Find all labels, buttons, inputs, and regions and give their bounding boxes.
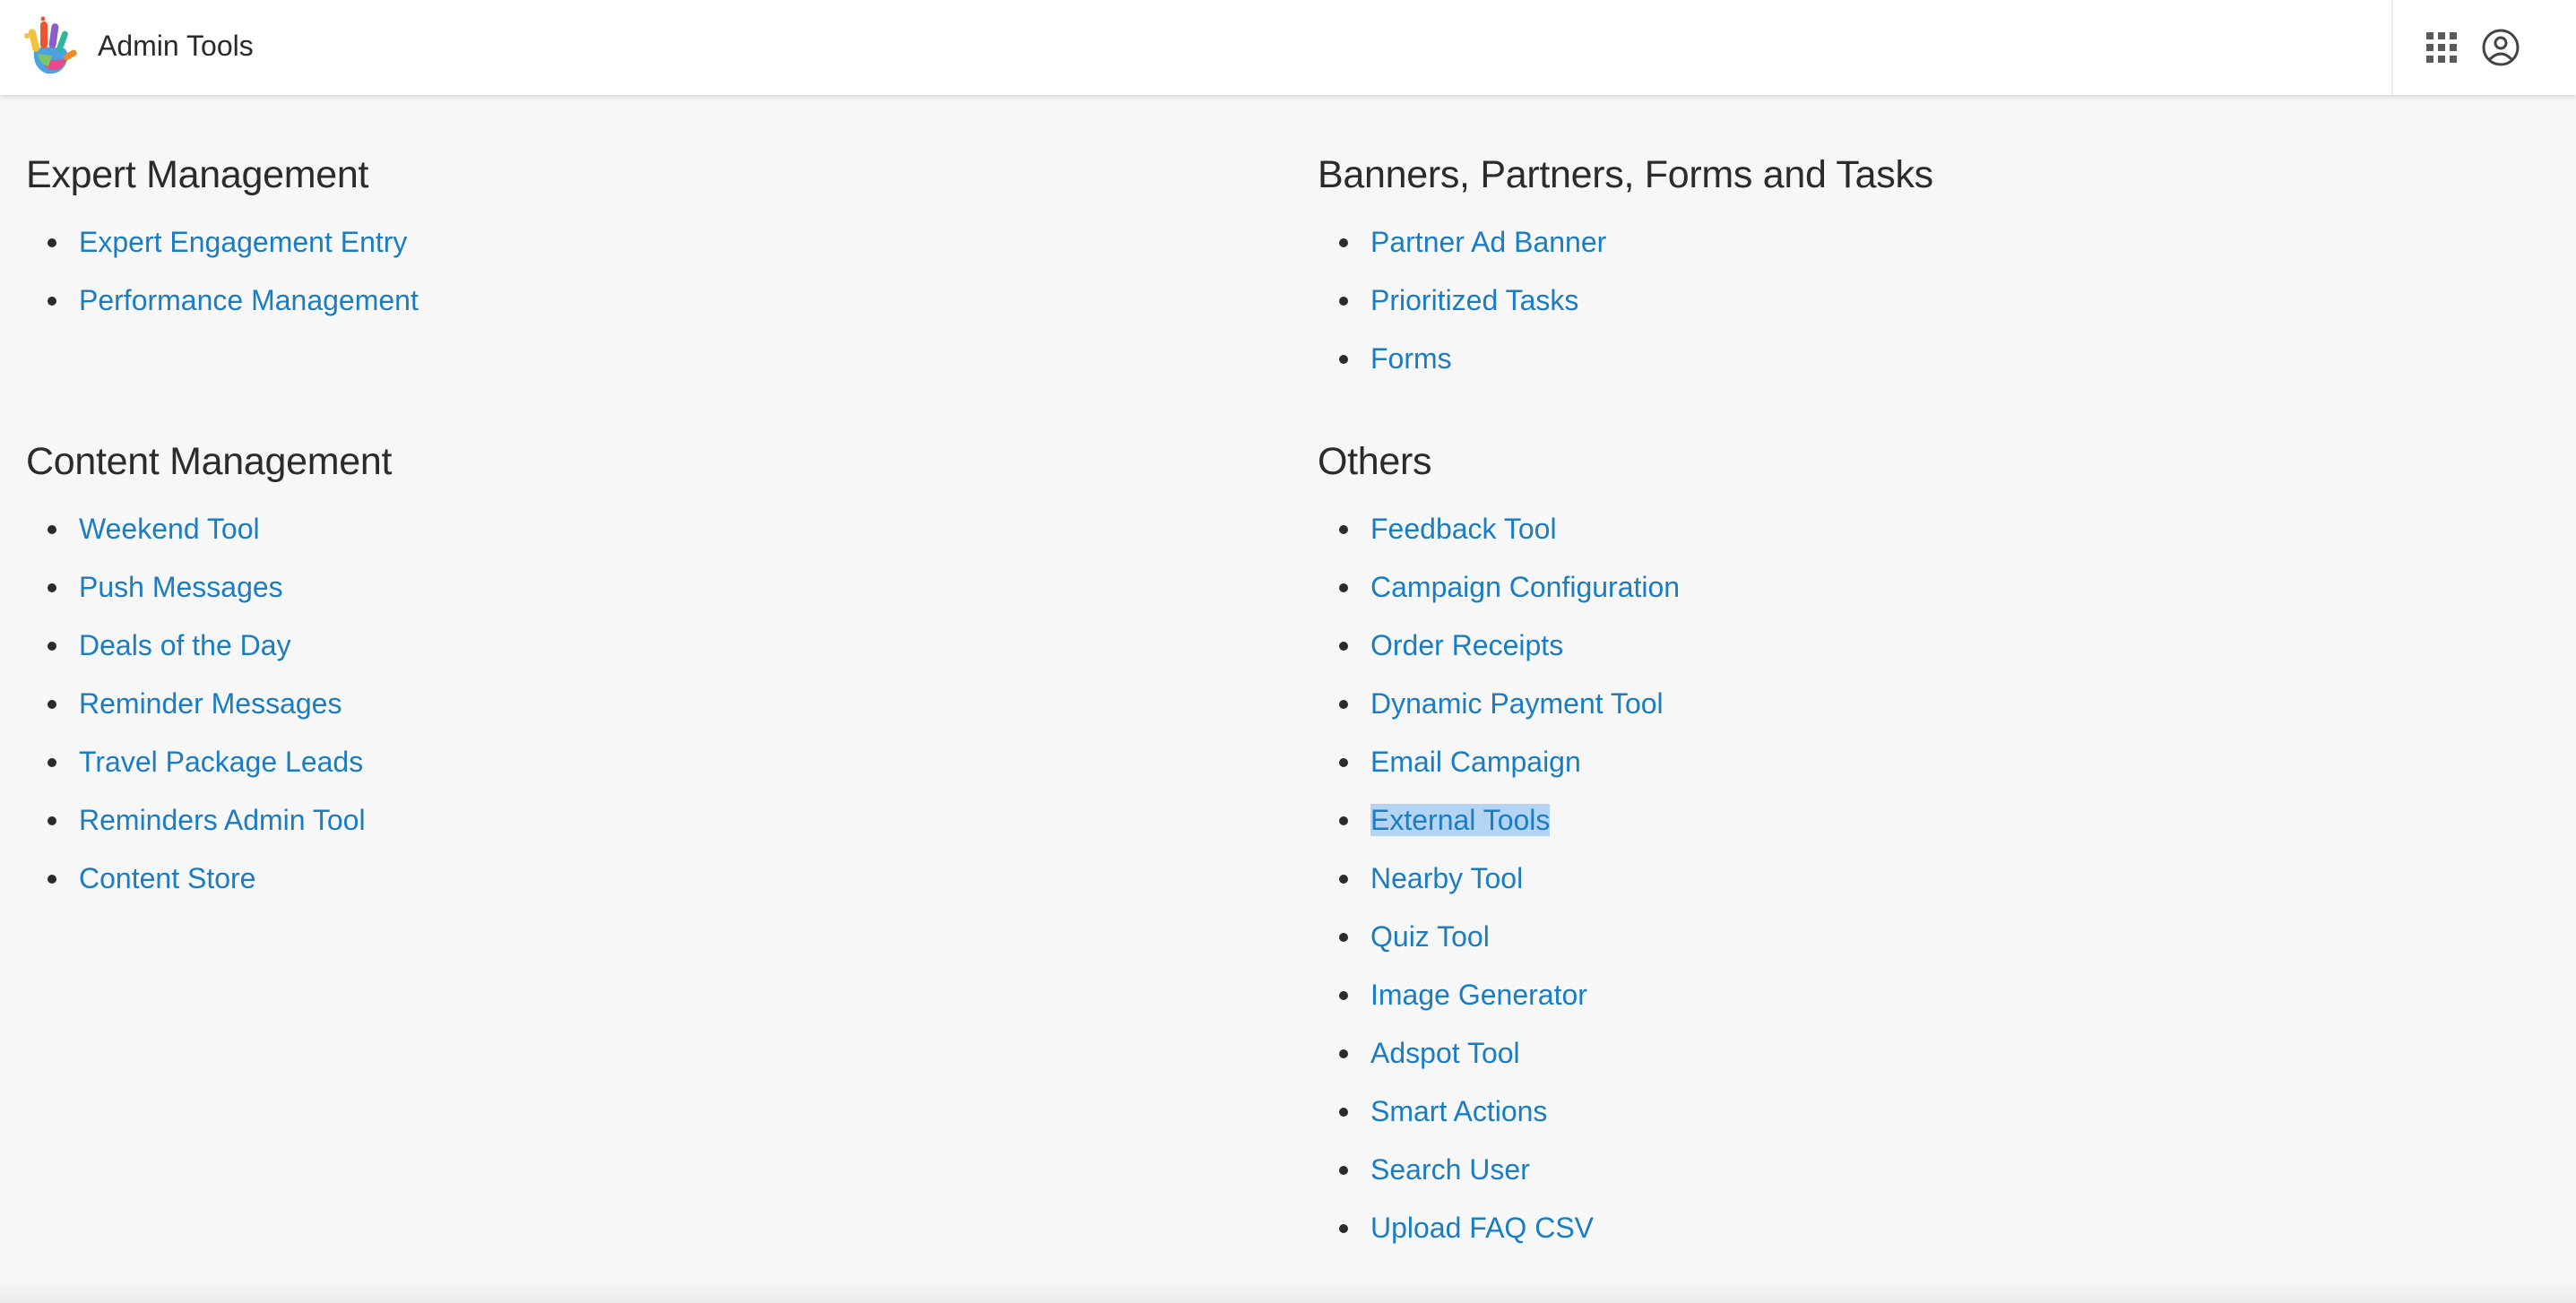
list-item: Upload FAQ CSV xyxy=(1318,1206,1680,1264)
app-title: Admin Tools xyxy=(98,30,254,62)
section-title: Expert Management xyxy=(26,153,369,196)
list-item: Weekend Tool xyxy=(26,507,392,565)
link-deals-of-the-day[interactable]: Deals of the Day xyxy=(79,629,291,661)
list-item: Email Campaign xyxy=(1318,740,1680,798)
account-circle-icon[interactable] xyxy=(2479,26,2522,69)
bullet-icon xyxy=(48,525,56,534)
link-weekend-tool[interactable]: Weekend Tool xyxy=(79,513,260,545)
link-order-receipts[interactable]: Order Receipts xyxy=(1370,629,1563,661)
link-list: Partner Ad Banner Prioritized Tasks Form… xyxy=(1318,220,1933,395)
link-performance-management[interactable]: Performance Management xyxy=(79,284,419,316)
link-travel-package-leads[interactable]: Travel Package Leads xyxy=(79,746,363,778)
link-adspot-tool[interactable]: Adspot Tool xyxy=(1370,1037,1520,1069)
list-item: External Tools xyxy=(1318,798,1680,857)
bullet-icon xyxy=(1339,642,1348,651)
link-expert-engagement-entry[interactable]: Expert Engagement Entry xyxy=(79,226,407,258)
list-item: Forms xyxy=(1318,337,1933,395)
bullet-icon xyxy=(1339,1224,1348,1233)
link-search-user[interactable]: Search User xyxy=(1370,1153,1530,1186)
section-content-management: Content Management Weekend Tool Push Mes… xyxy=(26,435,392,915)
list-item: Nearby Tool xyxy=(1318,857,1680,915)
bullet-icon xyxy=(48,297,56,306)
link-upload-faq-csv[interactable]: Upload FAQ CSV xyxy=(1370,1212,1594,1244)
bullet-icon xyxy=(1339,700,1348,709)
bullet-icon xyxy=(48,642,56,651)
list-item: Deals of the Day xyxy=(26,624,392,682)
link-content-store[interactable]: Content Store xyxy=(79,862,255,894)
link-prioritized-tasks[interactable]: Prioritized Tasks xyxy=(1370,284,1578,316)
link-list: Weekend Tool Push Messages Deals of the … xyxy=(26,507,392,915)
bullet-icon xyxy=(1339,875,1348,884)
link-forms[interactable]: Forms xyxy=(1370,342,1452,375)
list-item: Feedback Tool xyxy=(1318,507,1680,565)
bullet-icon xyxy=(1339,1166,1348,1175)
list-item: Travel Package Leads xyxy=(26,740,392,798)
bullet-icon xyxy=(48,758,56,767)
section-expert-management: Expert Management Expert Engagement Entr… xyxy=(26,148,419,337)
list-item: Adspot Tool xyxy=(1318,1031,1680,1090)
main-content: Expert Management Expert Engagement Entr… xyxy=(0,95,2576,1303)
list-item: Search User xyxy=(1318,1148,1680,1206)
bullet-icon xyxy=(1339,991,1348,1000)
link-list: Expert Engagement Entry Performance Mana… xyxy=(26,220,419,337)
bottom-edge-shadow xyxy=(0,1281,2576,1303)
link-partner-ad-banner[interactable]: Partner Ad Banner xyxy=(1370,226,1606,258)
bullet-icon xyxy=(1339,238,1348,247)
bullet-icon xyxy=(1339,758,1348,767)
list-item: Reminders Admin Tool xyxy=(26,798,392,857)
link-smart-actions[interactable]: Smart Actions xyxy=(1370,1095,1547,1127)
link-list: Feedback Tool Campaign Configuration Ord… xyxy=(1318,507,1680,1264)
link-external-tools[interactable]: External Tools xyxy=(1370,804,1551,836)
section-banners-partners-forms-tasks: Banners, Partners, Forms and Tasks Partn… xyxy=(1318,148,1933,395)
link-reminders-admin-tool[interactable]: Reminders Admin Tool xyxy=(79,804,366,836)
bullet-icon xyxy=(1339,583,1348,592)
list-item: Expert Engagement Entry xyxy=(26,220,419,279)
top-app-bar: Admin Tools xyxy=(0,0,2576,95)
bullet-icon xyxy=(1339,525,1348,534)
link-nearby-tool[interactable]: Nearby Tool xyxy=(1370,862,1523,894)
list-item: Performance Management xyxy=(26,279,419,337)
list-item: Reminder Messages xyxy=(26,682,392,740)
link-image-generator[interactable]: Image Generator xyxy=(1370,979,1587,1011)
link-dynamic-payment-tool[interactable]: Dynamic Payment Tool xyxy=(1370,687,1664,720)
section-title: Content Management xyxy=(26,440,393,483)
topbar-divider xyxy=(2391,0,2393,95)
bullet-icon xyxy=(1339,1108,1348,1117)
list-item: Dynamic Payment Tool xyxy=(1318,682,1680,740)
colorful-hand-logo-icon[interactable] xyxy=(16,14,82,81)
bullet-icon xyxy=(48,583,56,592)
list-item: Content Store xyxy=(26,857,392,915)
list-item: Partner Ad Banner xyxy=(1318,220,1933,279)
bullet-icon xyxy=(1339,1049,1348,1058)
section-others: Others Feedback Tool Campaign Configurat… xyxy=(1318,435,1680,1264)
link-push-messages[interactable]: Push Messages xyxy=(79,571,283,603)
link-reminder-messages[interactable]: Reminder Messages xyxy=(79,687,341,720)
bullet-icon xyxy=(48,700,56,709)
bullet-icon xyxy=(1339,297,1348,306)
link-campaign-configuration[interactable]: Campaign Configuration xyxy=(1370,571,1680,603)
list-item: Push Messages xyxy=(26,565,392,624)
section-title: Banners, Partners, Forms and Tasks xyxy=(1318,153,1933,196)
bullet-icon xyxy=(1339,355,1348,364)
list-item: Order Receipts xyxy=(1318,624,1680,682)
list-item: Prioritized Tasks xyxy=(1318,279,1933,337)
section-title: Others xyxy=(1318,440,1432,483)
link-feedback-tool[interactable]: Feedback Tool xyxy=(1370,513,1557,545)
bullet-icon xyxy=(1339,816,1348,825)
bullet-icon xyxy=(1339,933,1348,942)
list-item: Image Generator xyxy=(1318,973,1680,1031)
link-quiz-tool[interactable]: Quiz Tool xyxy=(1370,920,1490,953)
apps-grid-icon[interactable] xyxy=(2421,27,2462,68)
list-item: Quiz Tool xyxy=(1318,915,1680,973)
bullet-icon xyxy=(48,238,56,247)
bullet-icon xyxy=(48,816,56,825)
link-email-campaign[interactable]: Email Campaign xyxy=(1370,746,1581,778)
bullet-icon xyxy=(48,875,56,884)
list-item: Campaign Configuration xyxy=(1318,565,1680,624)
list-item: Smart Actions xyxy=(1318,1090,1680,1148)
